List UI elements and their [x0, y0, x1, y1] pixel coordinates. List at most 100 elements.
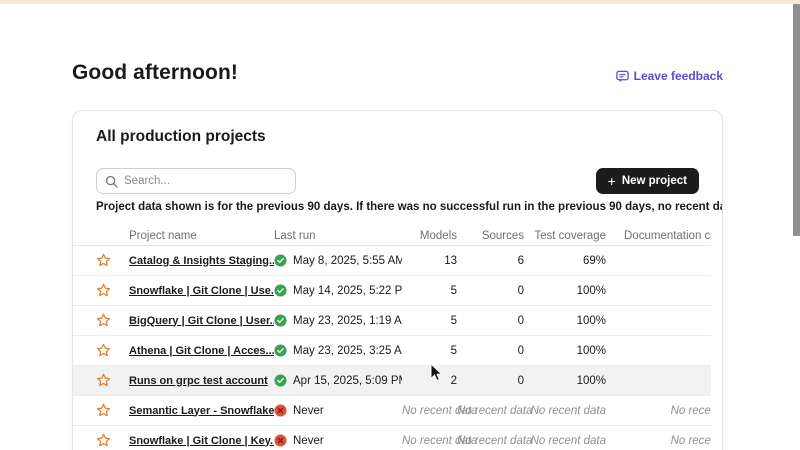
last-run-value: Never [293, 435, 324, 447]
last-run-value: Apr 15, 2025, 5:09 PM BST [293, 375, 402, 387]
table-body: Catalog & Insights Staging... May 8, 202… [73, 246, 711, 450]
last-run-cell: May 8, 2025, 5:55 AM BST [274, 254, 402, 267]
project-name-link[interactable]: Athena | Git Clone | Acces... [129, 345, 274, 357]
table-row[interactable]: Snowflake | Git Clone | Use... May 14, 2… [73, 276, 711, 306]
star-icon[interactable] [96, 343, 111, 358]
project-name-cell: Catalog & Insights Staging... [129, 255, 274, 267]
chat-bubble-icon [616, 70, 629, 83]
last-run-cell: Never [274, 434, 402, 447]
star-icon[interactable] [96, 313, 111, 328]
project-name-link[interactable]: BigQuery | Git Clone | User... [129, 315, 274, 327]
scrollbar-thumb[interactable] [793, 4, 800, 236]
plus-icon: + [608, 174, 616, 188]
documentation-coverage-cell: No recent data [606, 405, 711, 417]
top-accent-bar [0, 0, 800, 4]
page-header: Good afternoon! Leave feedback [72, 57, 723, 85]
last-run-cell: May 23, 2025, 1:19 AM BST [274, 314, 402, 327]
test-coverage-cell: No recent data [524, 435, 606, 447]
table-row[interactable]: Runs on grpc test account Apr 15, 2025, … [73, 366, 711, 396]
project-name-cell: Snowflake | Git Clone | Key... [129, 435, 274, 447]
favorite-cell [73, 403, 129, 418]
project-name-link[interactable]: Snowflake | Git Clone | Use... [129, 285, 274, 297]
star-icon[interactable] [96, 403, 111, 418]
last-run-cell: May 23, 2025, 3:25 AM BST [274, 344, 402, 357]
check-circle-icon [274, 374, 287, 387]
table-row[interactable]: Catalog & Insights Staging... May 8, 202… [73, 246, 711, 276]
test-coverage-cell: 100% [524, 315, 606, 327]
models-cell: No recent data [402, 435, 457, 447]
column-header-sources: Sources [457, 230, 524, 242]
last-run-value: May 8, 2025, 5:55 AM BST [293, 255, 402, 267]
project-name-link[interactable]: Runs on grpc test account [129, 375, 268, 387]
favorite-cell [73, 313, 129, 328]
new-project-label: New project [622, 175, 687, 187]
check-circle-icon [274, 344, 287, 357]
table-row[interactable]: BigQuery | Git Clone | User... May 23, 2… [73, 306, 711, 336]
favorite-cell [73, 373, 129, 388]
check-circle-icon [274, 254, 287, 267]
models-cell: No recent data [402, 405, 457, 417]
models-cell: 5 [402, 315, 457, 327]
last-run-value: May 14, 2025, 5:22 PM BST [293, 285, 402, 297]
favorite-cell [73, 253, 129, 268]
column-header-project-name: Project name [129, 230, 274, 242]
favorite-cell [73, 433, 129, 448]
models-cell: 13 [402, 255, 457, 267]
panel-toolbar: + New project [96, 168, 699, 194]
last-run-value: Never [293, 405, 324, 417]
models-cell: 5 [402, 285, 457, 297]
sources-cell: 0 [457, 315, 524, 327]
search-box[interactable] [96, 168, 296, 194]
x-circle-icon [274, 434, 287, 447]
page-title: Good afternoon! [72, 61, 238, 85]
last-run-cell: Never [274, 404, 402, 417]
project-name-link[interactable]: Semantic Layer - Snowflake [129, 405, 274, 417]
project-name-cell: Runs on grpc test account [129, 375, 274, 387]
projects-panel: All production projects + New project Pr… [72, 110, 723, 450]
sources-cell: 6 [457, 255, 524, 267]
table-row[interactable]: Semantic Layer - Snowflake Never No rece… [73, 396, 711, 426]
panel-title: All production projects [96, 128, 722, 146]
models-cell: 2 [402, 375, 457, 387]
models-cell: 5 [402, 345, 457, 357]
check-circle-icon [274, 314, 287, 327]
new-project-button[interactable]: + New project [596, 168, 699, 194]
test-coverage-cell: 100% [524, 375, 606, 387]
sources-cell: 0 [457, 375, 524, 387]
last-run-cell: Apr 15, 2025, 5:09 PM BST [274, 374, 402, 387]
favorite-cell [73, 343, 129, 358]
sources-cell: 0 [457, 345, 524, 357]
search-input[interactable] [124, 175, 274, 187]
column-header-test-coverage: Test coverage [524, 230, 606, 242]
sources-cell: No recent data [457, 405, 524, 417]
star-icon[interactable] [96, 373, 111, 388]
documentation-coverage-cell: No recent data [606, 435, 711, 447]
star-icon[interactable] [96, 283, 111, 298]
data-range-notice: Project data shown is for the previous 9… [96, 200, 699, 214]
column-header-models: Models [402, 230, 457, 242]
last-run-value: May 23, 2025, 3:25 AM BST [293, 345, 402, 357]
sources-cell: No recent data [457, 435, 524, 447]
project-name-link[interactable]: Snowflake | Git Clone | Key... [129, 435, 274, 447]
project-name-cell: Athena | Git Clone | Acces... [129, 345, 274, 357]
star-icon[interactable] [96, 433, 111, 448]
project-name-cell: Semantic Layer - Snowflake [129, 405, 274, 417]
project-name-link[interactable]: Catalog & Insights Staging... [129, 255, 274, 267]
test-coverage-cell: No recent data [524, 405, 606, 417]
project-name-cell: Snowflake | Git Clone | Use... [129, 285, 274, 297]
project-name-cell: BigQuery | Git Clone | User... [129, 315, 274, 327]
leave-feedback-link[interactable]: Leave feedback [616, 69, 723, 83]
sources-cell: 0 [457, 285, 524, 297]
magnifier-icon [105, 175, 118, 188]
table-row[interactable]: Snowflake | Git Clone | Key... Never No … [73, 426, 711, 450]
last-run-value: May 23, 2025, 1:19 AM BST [293, 315, 402, 327]
check-circle-icon [274, 284, 287, 297]
dashboard-page: Good afternoon! Leave feedback All produ… [72, 57, 723, 450]
table-header-row: Project name Last run Models Sources Tes… [73, 226, 711, 246]
star-icon[interactable] [96, 253, 111, 268]
table-row[interactable]: Athena | Git Clone | Acces... May 23, 20… [73, 336, 711, 366]
favorite-cell [73, 283, 129, 298]
projects-table: Project name Last run Models Sources Tes… [73, 226, 711, 450]
test-coverage-cell: 100% [524, 285, 606, 297]
x-circle-icon [274, 404, 287, 417]
